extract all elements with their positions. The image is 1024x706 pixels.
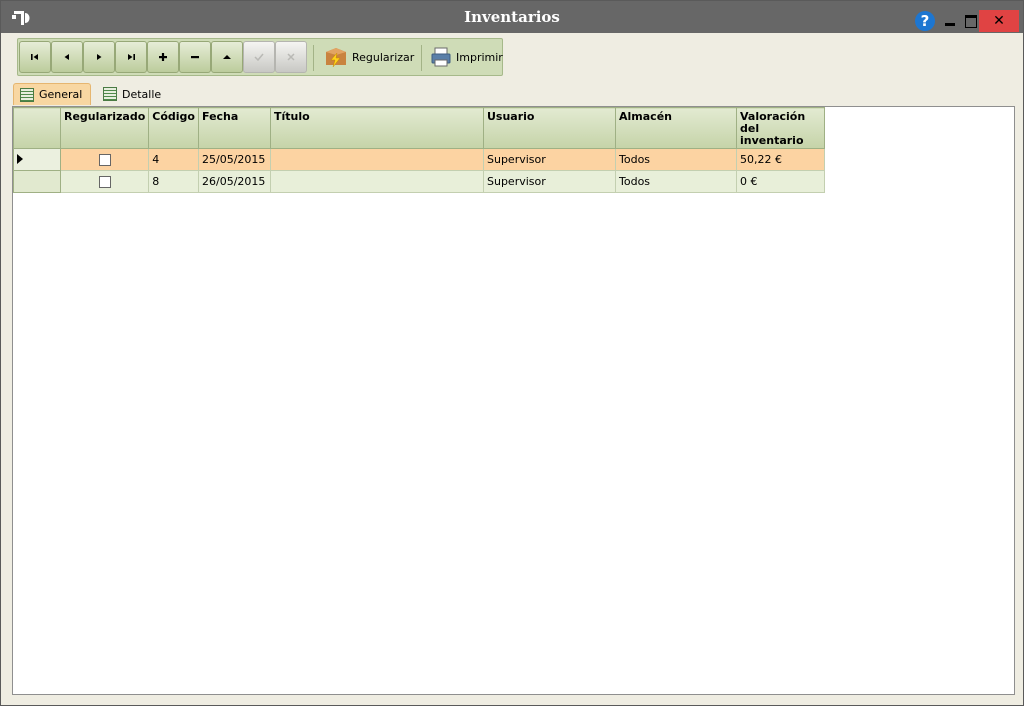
- inventory-grid-area: Regularizado Código Fecha Título Usuario…: [12, 106, 1015, 695]
- triangle-up-icon: [223, 55, 231, 59]
- window-title: Inventarios: [464, 8, 560, 26]
- toolbar-separator: [313, 45, 314, 71]
- column-header-regularizado[interactable]: Regularizado: [59, 107, 150, 149]
- check-icon: [254, 53, 264, 62]
- cell-almacen[interactable]: Todos: [615, 148, 737, 171]
- cancel-record-button[interactable]: [275, 41, 307, 73]
- prior-record-button[interactable]: [51, 41, 83, 73]
- first-icon: [31, 54, 38, 60]
- cell-almacen[interactable]: Todos: [615, 170, 737, 193]
- cell-codigo[interactable]: 4: [148, 148, 199, 171]
- cell-codigo[interactable]: 8: [148, 170, 199, 193]
- grid-header-row: Regularizado Código Fecha Título Usuario…: [13, 107, 825, 149]
- regularizado-checkbox[interactable]: [98, 153, 111, 166]
- inventory-grid: Regularizado Código Fecha Título Usuario…: [13, 107, 825, 193]
- tab-general-label: General: [39, 88, 83, 101]
- imprimir-button[interactable]: Imprimir: [430, 41, 503, 73]
- title-bar[interactable]: Inventarios ? ✕: [1, 1, 1023, 33]
- next-record-button[interactable]: [83, 41, 115, 73]
- post-record-button[interactable]: [243, 41, 275, 73]
- prior-icon: [64, 54, 69, 60]
- delete-record-button[interactable]: [179, 41, 211, 73]
- cell-fecha[interactable]: 25/05/2015: [198, 148, 271, 171]
- cell-titulo[interactable]: [270, 170, 484, 193]
- minimize-button[interactable]: [941, 11, 959, 31]
- x-icon: [287, 53, 295, 61]
- first-record-button[interactable]: [19, 41, 51, 73]
- imprimir-label: Imprimir: [456, 50, 503, 64]
- cell-regularizado[interactable]: [59, 148, 150, 171]
- maximize-button[interactable]: [962, 11, 978, 31]
- tab-detalle[interactable]: Detalle: [97, 83, 167, 105]
- edit-record-button[interactable]: [211, 41, 243, 73]
- insert-record-button[interactable]: [147, 41, 179, 73]
- column-header-codigo[interactable]: Código: [148, 107, 199, 149]
- last-record-button[interactable]: [115, 41, 147, 73]
- column-header-fecha[interactable]: Fecha: [198, 107, 271, 149]
- tab-detalle-label: Detalle: [122, 87, 162, 101]
- cell-usuario[interactable]: Supervisor: [483, 170, 616, 193]
- regularizado-checkbox[interactable]: [98, 175, 111, 188]
- help-button[interactable]: ?: [915, 11, 935, 31]
- row-indicator[interactable]: [13, 148, 61, 171]
- plus-icon: [159, 53, 167, 61]
- cell-fecha[interactable]: 26/05/2015: [198, 170, 271, 193]
- inventarios-window: Inventarios ? ✕ Regularizar Imprimir Gen…: [0, 0, 1024, 706]
- last-icon: [128, 54, 135, 60]
- minus-icon: [191, 56, 199, 59]
- close-button[interactable]: ✕: [979, 10, 1019, 32]
- regularizar-label: Regularizar: [352, 50, 415, 64]
- cell-regularizado[interactable]: [59, 170, 150, 193]
- table-row[interactable]: 4 25/05/2015 Supervisor Todos 50,22 €: [13, 148, 825, 171]
- box-lightning-icon: [326, 48, 346, 68]
- row-indicator-header: [13, 107, 61, 149]
- tab-general[interactable]: General: [13, 83, 91, 105]
- cell-usuario[interactable]: Supervisor: [483, 148, 616, 171]
- cell-valoracion[interactable]: 0 €: [736, 170, 825, 193]
- list-icon: [103, 87, 117, 101]
- table-row[interactable]: 8 26/05/2015 Supervisor Todos 0 €: [13, 170, 825, 193]
- row-indicator[interactable]: [13, 170, 61, 193]
- cell-valoracion[interactable]: 50,22 €: [736, 148, 825, 171]
- list-icon: [20, 87, 34, 102]
- next-icon: [97, 54, 102, 60]
- column-header-valoracion[interactable]: Valoración del inventario: [736, 107, 825, 149]
- current-row-arrow-icon: [17, 154, 23, 164]
- toolbar-separator: [421, 45, 422, 71]
- toolbar: Regularizar Imprimir: [17, 38, 503, 76]
- printer-icon: [431, 47, 451, 67]
- column-header-almacen[interactable]: Almacén: [615, 107, 737, 149]
- column-header-titulo[interactable]: Título: [270, 107, 484, 149]
- column-header-usuario[interactable]: Usuario: [483, 107, 616, 149]
- regularizar-button[interactable]: Regularizar: [324, 41, 414, 73]
- cell-titulo[interactable]: [270, 148, 484, 171]
